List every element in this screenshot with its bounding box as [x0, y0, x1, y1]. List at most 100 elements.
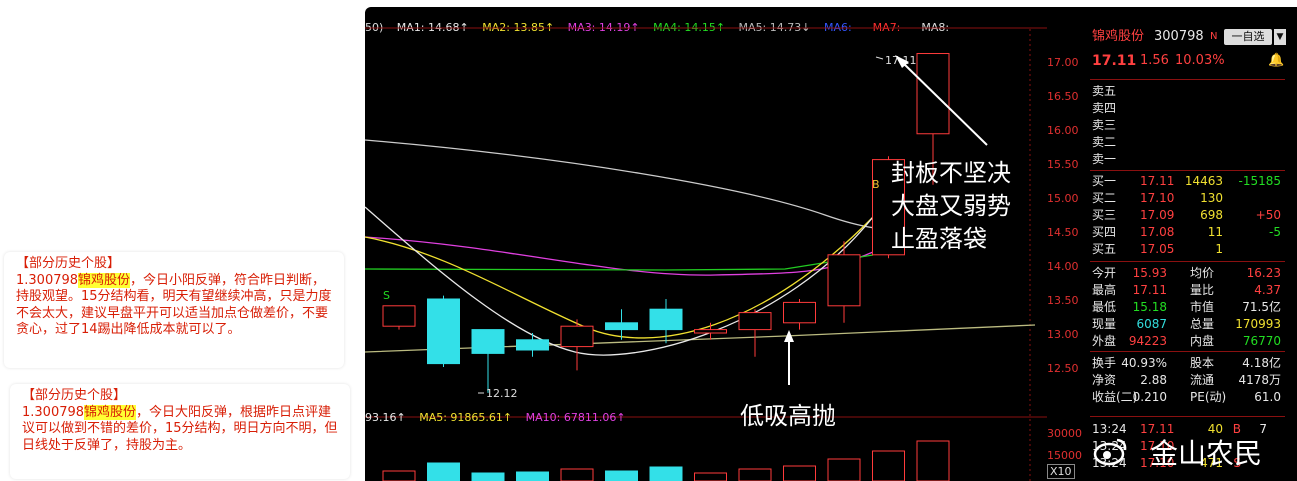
ask-label: 卖一	[1092, 152, 1117, 166]
price-tick: 16.00	[1047, 124, 1079, 137]
stat-value: 94223	[1128, 334, 1167, 348]
panel-divider	[1090, 351, 1285, 352]
ask-row: 卖四	[1090, 100, 1285, 117]
stat-label: 最低	[1092, 300, 1117, 314]
volume-bars	[382, 440, 950, 481]
panel-divider	[1090, 261, 1285, 262]
stock-flag: N	[1210, 31, 1218, 42]
stock-highlight: 锦鸡股份	[78, 272, 131, 288]
history-note-1: 【部分历史个股】 1.300798锦鸡股份，今日小阳反弹，符合昨日判断，持股观望…	[4, 252, 344, 368]
bid-price: 17.05	[1140, 242, 1175, 256]
price-change: 1.56	[1140, 53, 1169, 68]
bid-volume: 14463	[1184, 174, 1223, 188]
stat-value: 2.88	[1140, 373, 1167, 387]
stat-label: 量比	[1190, 283, 1215, 297]
annotation-lower: 低吸高抛	[740, 402, 836, 430]
bid-row: 买一 17.11 14463 -15185	[1090, 173, 1285, 190]
bid-label: 买五	[1092, 242, 1117, 256]
bell-icon[interactable]: 🔔	[1268, 51, 1284, 71]
volume-tick: 30000	[1047, 427, 1082, 440]
bid-row: 买三 17.09 698 +50	[1090, 207, 1285, 224]
stat-value: 16.23	[1246, 266, 1281, 280]
note-header: 【部分历史个股】	[16, 256, 121, 271]
ask-label: 卖二	[1092, 135, 1117, 149]
price-tick: 14.50	[1047, 226, 1079, 239]
note-text: 1.300798锦鸡股份，今日小阳反弹，符合昨日判断，持股观望。15分结构看，明…	[16, 272, 332, 337]
note-header: 【部分历史个股】	[22, 388, 127, 403]
bid-price: 17.10	[1140, 191, 1175, 205]
stat-row: 最高 17.11 量比 4.37	[1090, 282, 1285, 299]
volume-tick: 15000	[1047, 449, 1082, 462]
stat-label: 净资	[1092, 373, 1117, 387]
bid-volume: 130	[1200, 191, 1223, 205]
bid-label: 买一	[1092, 174, 1117, 188]
stat-value: 15.93	[1132, 266, 1167, 280]
stat-label: 市值	[1190, 300, 1215, 314]
stock-name: 锦鸡股份	[1092, 29, 1145, 44]
bid-price: 17.11	[1140, 174, 1175, 188]
bid-price: 17.09	[1140, 208, 1175, 222]
ask-label: 卖四	[1092, 101, 1117, 115]
annotation-upper: 封板不坚决 大盘又弱势 止盈落袋	[891, 159, 1011, 253]
vol-label: 93.16↑	[365, 411, 406, 424]
kline-chart-window[interactable]: 50) MA1: 14.68↑ MA2: 13.85↑ MA3: 14.19↑ …	[365, 7, 1297, 481]
bid-row: 买二 17.10 130	[1090, 190, 1285, 207]
stat-value: 4.18亿	[1242, 356, 1281, 370]
bid-delta: +50	[1255, 208, 1281, 222]
bid-delta: -15185	[1238, 174, 1281, 188]
stat-row: 换手 40.93% 股本 4.18亿	[1090, 355, 1285, 372]
note-text: 1.300798锦鸡股份，今日大阳反弹，根据昨日点评建议可以做到不错的差价，15…	[22, 404, 338, 453]
stat-row: 外盘 94223 内盘 76770	[1090, 333, 1285, 350]
bid-label: 买二	[1092, 191, 1117, 205]
stat-value: 76770	[1242, 334, 1281, 348]
stat-value: 170993	[1235, 317, 1281, 331]
stat-value: 40.93%	[1121, 356, 1167, 370]
stat-row: 现量 6087 总量 170993	[1090, 316, 1285, 333]
bid-volume: 11	[1207, 225, 1223, 239]
stock-code: 300798	[1154, 29, 1204, 44]
stat-value: 71.5亿	[1242, 300, 1281, 314]
stat-label: 收益(二)	[1092, 390, 1138, 404]
price-tick: 14.00	[1047, 260, 1079, 273]
watchlist-dropdown-icon[interactable]: ▼	[1274, 29, 1286, 45]
buy-marker: B	[872, 178, 880, 191]
ask-label: 卖三	[1092, 118, 1117, 132]
add-watchlist-button[interactable]: 一自选	[1224, 29, 1272, 45]
panel-divider	[1090, 79, 1285, 80]
stat-label: 流通	[1190, 373, 1215, 387]
bid-volume: 1	[1215, 242, 1223, 256]
panel-divider	[1090, 170, 1285, 171]
stat-label: 最高	[1092, 283, 1117, 297]
stat-value: 61.0	[1254, 390, 1281, 404]
price-tick: 16.50	[1047, 90, 1079, 103]
stat-row: 净资 2.88 流通 4178万	[1090, 372, 1285, 389]
price-change-pct: 10.03%	[1175, 53, 1225, 68]
stock-highlight: 锦鸡股份	[84, 404, 137, 420]
stat-row: 收益(二) 0.210 PE(动) 61.0	[1090, 389, 1285, 406]
ask-row: 卖一	[1090, 151, 1285, 168]
panel-divider	[1090, 416, 1285, 417]
ask-label: 卖五	[1092, 84, 1117, 98]
weibo-logo-icon	[1093, 438, 1127, 466]
bid-delta: -5	[1269, 225, 1281, 239]
volume-scale-badge: X10	[1047, 464, 1075, 479]
price-tick: 13.50	[1047, 294, 1079, 307]
volume-indicator-bar: 93.16↑ MA5: 91865.61↑ MA10: 67811.06↑	[365, 411, 636, 424]
stat-label: 内盘	[1190, 334, 1215, 348]
stat-label: 均价	[1190, 266, 1215, 280]
ask-row: 卖五	[1090, 83, 1285, 100]
stat-value: 6087	[1136, 317, 1167, 331]
bid-price: 17.08	[1140, 225, 1175, 239]
bid-row: 买五 17.05 1	[1090, 241, 1285, 258]
price-tick: 12.50	[1047, 362, 1079, 375]
watermark-text: 金山农民	[1150, 437, 1263, 470]
stat-label: 换手	[1092, 356, 1117, 370]
stat-label: PE(动)	[1190, 390, 1227, 404]
vol-label: MA5: 91865.61↑	[419, 411, 513, 424]
stat-label: 外盘	[1092, 334, 1117, 348]
sell-marker: S	[383, 289, 390, 302]
stat-row: 今开 15.93 均价 16.23	[1090, 265, 1285, 282]
history-note-2: 【部分历史个股】 1.300798锦鸡股份，今日大阳反弹，根据昨日点评建议可以做…	[10, 384, 350, 479]
price-tick: 15.50	[1047, 158, 1079, 171]
ask-row: 卖三	[1090, 117, 1285, 134]
